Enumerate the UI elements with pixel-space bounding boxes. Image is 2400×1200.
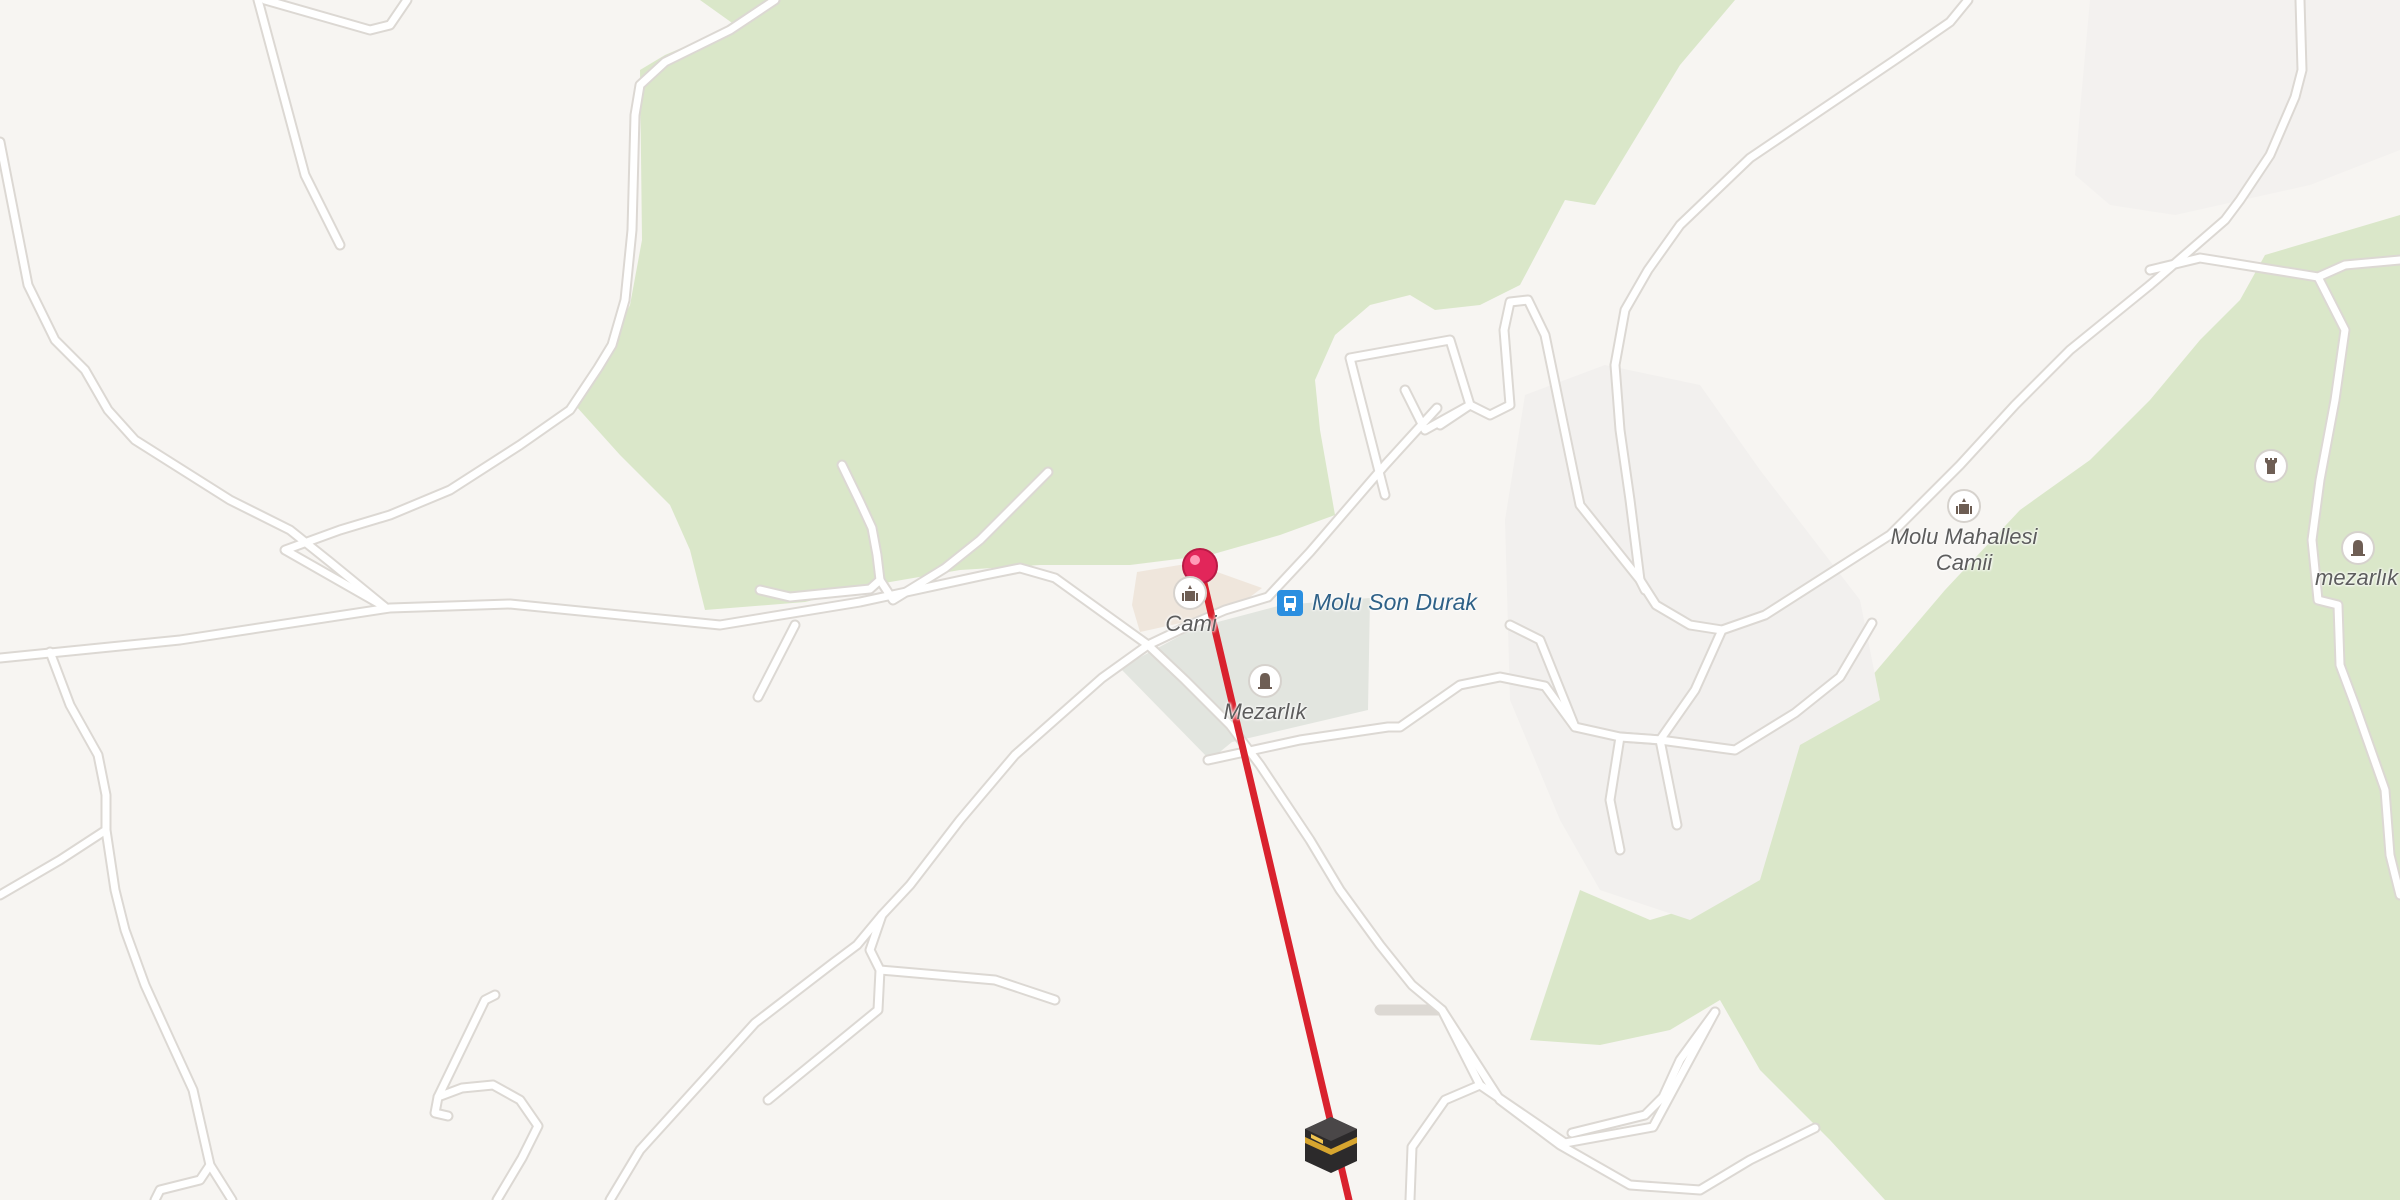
mosque-icon-molu-mahallesi[interactable] xyxy=(1947,489,1981,523)
cami-label: Cami xyxy=(1165,611,1217,636)
molu-mahallesi-camii-line2: Camii xyxy=(1935,550,1993,575)
molu-mahallesi-camii-label: Molu Mahallesi Camii xyxy=(1864,524,2064,576)
cemetery-icon[interactable] xyxy=(1248,664,1282,698)
bus-stop-label: Molu Son Durak xyxy=(1312,589,1477,615)
mosque-icon[interactable] xyxy=(1173,576,1207,610)
bus-stop-icon[interactable] xyxy=(1277,590,1303,616)
cemetery-icon-east[interactable] xyxy=(2341,531,2375,565)
molu-mahallesi-camii-line1: Molu Mahallesi xyxy=(1890,524,2038,549)
residential-area-ne xyxy=(2075,0,2400,215)
tower-icon[interactable] xyxy=(2254,449,2288,483)
cemetery-label: Mezarlık xyxy=(1223,699,1307,724)
kaaba-icon[interactable] xyxy=(1305,1117,1357,1173)
cemetery-label-east: mezarlık xyxy=(2315,565,2399,590)
